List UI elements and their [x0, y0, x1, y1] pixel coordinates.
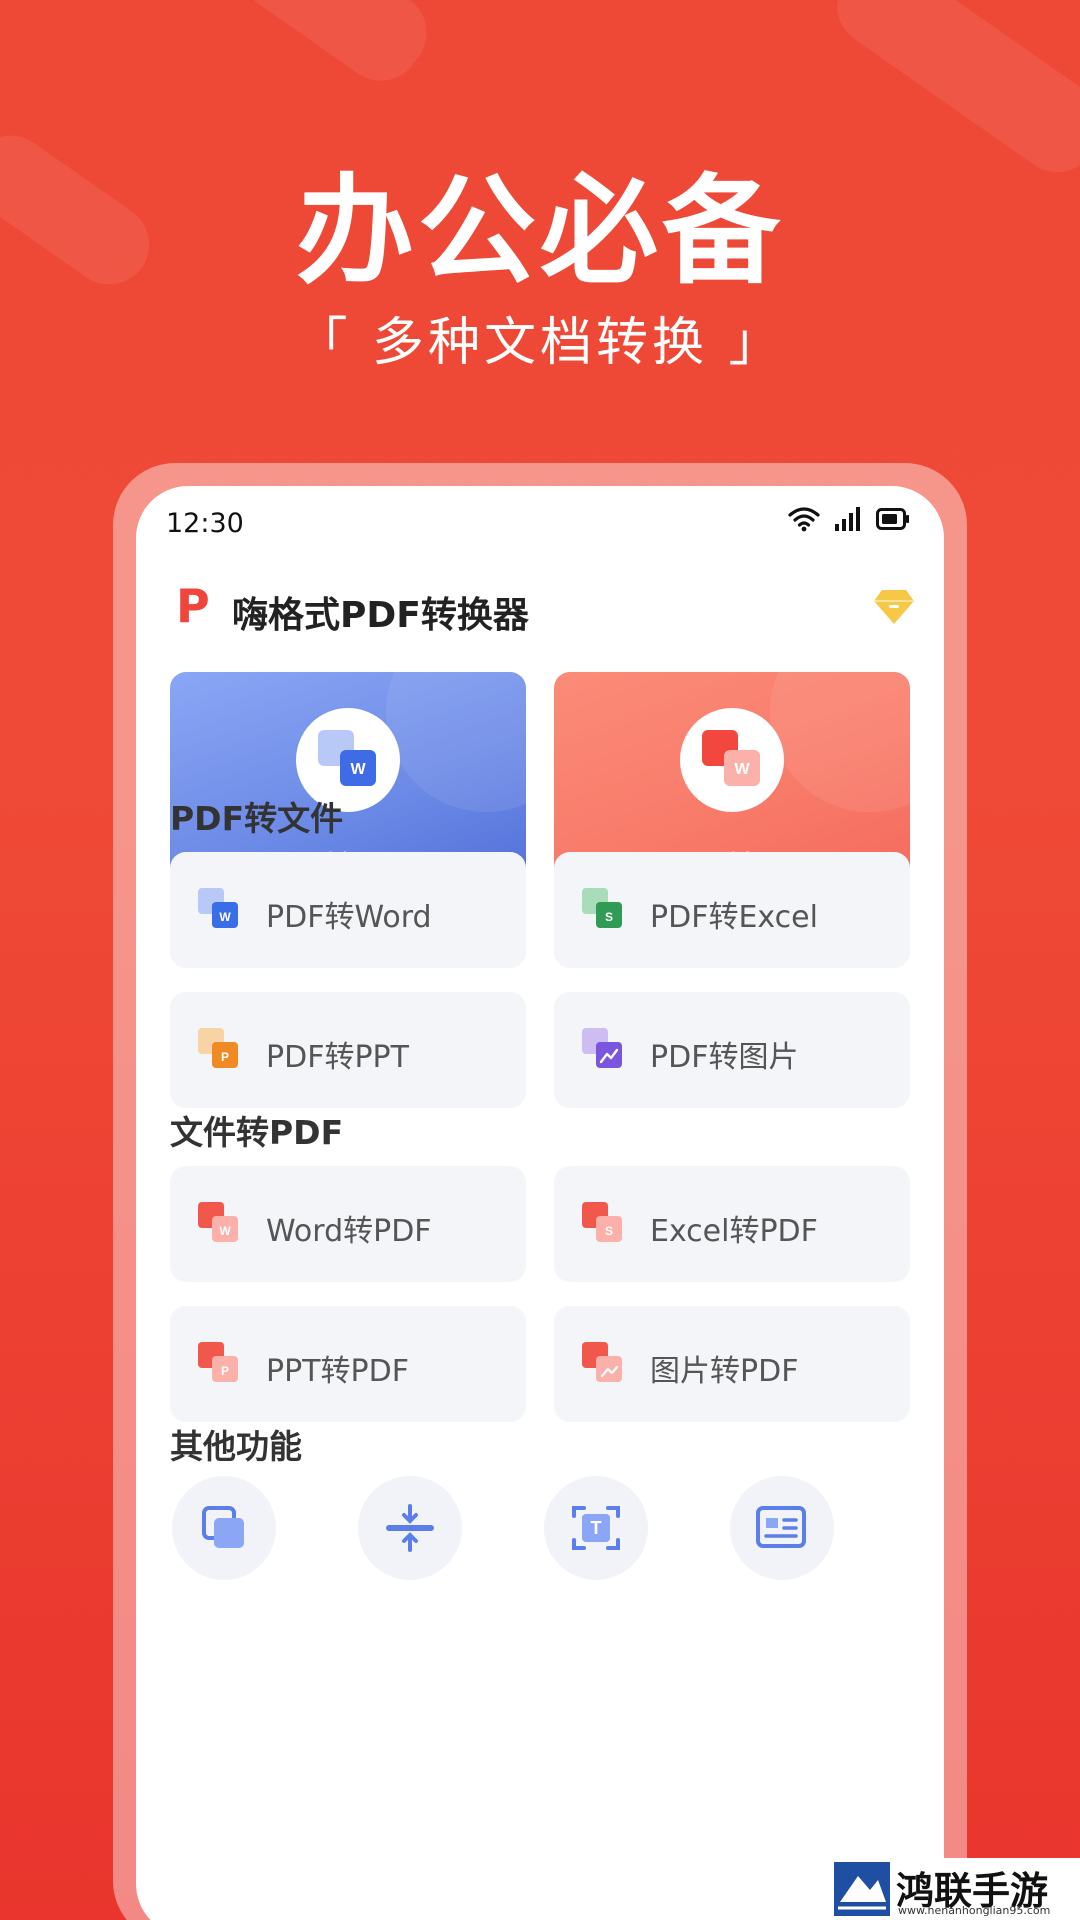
tile-word-to-pdf[interactable]: W Word转PDF [170, 1166, 526, 1282]
tile-ppt-to-pdf[interactable]: P PPT转PDF [170, 1306, 526, 1422]
watermark-url: www.henanhonglian95.com [898, 1904, 1051, 1917]
signal-icon [835, 507, 860, 531]
svg-text:S: S [605, 910, 613, 924]
status-icons [788, 506, 910, 532]
watermark: 鸿联手游网 www.henanhonglian95.com [832, 1858, 1080, 1920]
tile-label: PDF转PPT [266, 1040, 409, 1075]
compress-icon[interactable] [358, 1476, 462, 1580]
excel-to-pdf-icon: S [582, 1202, 622, 1242]
word-to-pdf-glyph: W [702, 730, 760, 786]
tile-label: Excel转PDF [650, 1214, 818, 1249]
merge-glyph [202, 1506, 244, 1548]
tile-label: PDF转Excel [650, 900, 818, 935]
app-title: 嗨格式PDF转换器 [232, 595, 529, 636]
ocr-glyph: T [572, 1506, 620, 1550]
app-header: P 嗨格式PDF转换器 [176, 578, 916, 638]
tile-excel-to-pdf[interactable]: S Excel转PDF [554, 1166, 910, 1282]
excel-icon: S [582, 888, 622, 928]
tile-image-to-pdf[interactable]: 图片转PDF [554, 1306, 910, 1422]
section-title-file-to-pdf: 文件转PDF [170, 1113, 344, 1152]
tile-label: PDF转Word [266, 900, 432, 935]
tile-pdf-to-excel[interactable]: S PDF转Excel [554, 852, 910, 968]
tile-label: PPT转PDF [266, 1354, 409, 1389]
tile-pdf-to-ppt[interactable]: P PDF转PPT [170, 992, 526, 1108]
wifi-icon [788, 507, 820, 532]
svg-text:W: W [219, 910, 231, 924]
svg-text:P: P [221, 1050, 229, 1064]
svg-text:W: W [350, 761, 366, 778]
status-bar: 12:30 [136, 486, 944, 556]
diamond-icon[interactable] [872, 588, 916, 626]
tile-pdf-to-image[interactable]: PDF转图片 [554, 992, 910, 1108]
promo-subtitle: 「 多种文档转换 」 [295, 313, 785, 373]
phone-screen: 12:30 P 嗨格式PDF转换器 W W PDF转文件 W PDF转Word … [136, 486, 944, 1920]
battery-icon [876, 508, 909, 530]
watermark-logo-icon [834, 1862, 890, 1916]
ppt-icon: P [198, 1028, 238, 1068]
merge-icon[interactable] [172, 1476, 276, 1580]
ppt-to-pdf-icon: P [198, 1342, 238, 1382]
word-to-pdf-icon: W [680, 708, 784, 812]
ocr-text-icon[interactable]: T [544, 1476, 648, 1580]
card-decoration [770, 672, 910, 812]
svg-text:W: W [734, 761, 750, 778]
section-title-pdf-to-file: PDF转文件 [170, 799, 344, 838]
word-to-pdf-icon: W [198, 1202, 238, 1242]
image-to-pdf-icon [582, 1342, 622, 1382]
svg-text:W: W [219, 1224, 231, 1238]
status-time: 12:30 [166, 508, 244, 539]
svg-text:T: T [591, 1518, 602, 1538]
tile-label: PDF转图片 [650, 1040, 799, 1075]
svg-text:S: S [605, 1224, 613, 1238]
svg-text:P: P [221, 1364, 229, 1378]
compress-glyph [386, 1504, 434, 1552]
card-decoration [386, 672, 526, 812]
word-icon: W [198, 888, 238, 928]
section-title-other: 其他功能 [170, 1427, 302, 1466]
image-icon [582, 1028, 622, 1068]
document-glyph [756, 1506, 806, 1548]
tile-label: 图片转PDF [650, 1354, 799, 1389]
promo-title: 办公必备 [295, 162, 784, 300]
app-logo-icon: P [176, 579, 210, 633]
background-highlight [177, 0, 443, 97]
tile-label: Word转PDF [266, 1214, 432, 1249]
tile-pdf-to-word[interactable]: W PDF转Word [170, 852, 526, 968]
document-icon[interactable] [730, 1476, 834, 1580]
